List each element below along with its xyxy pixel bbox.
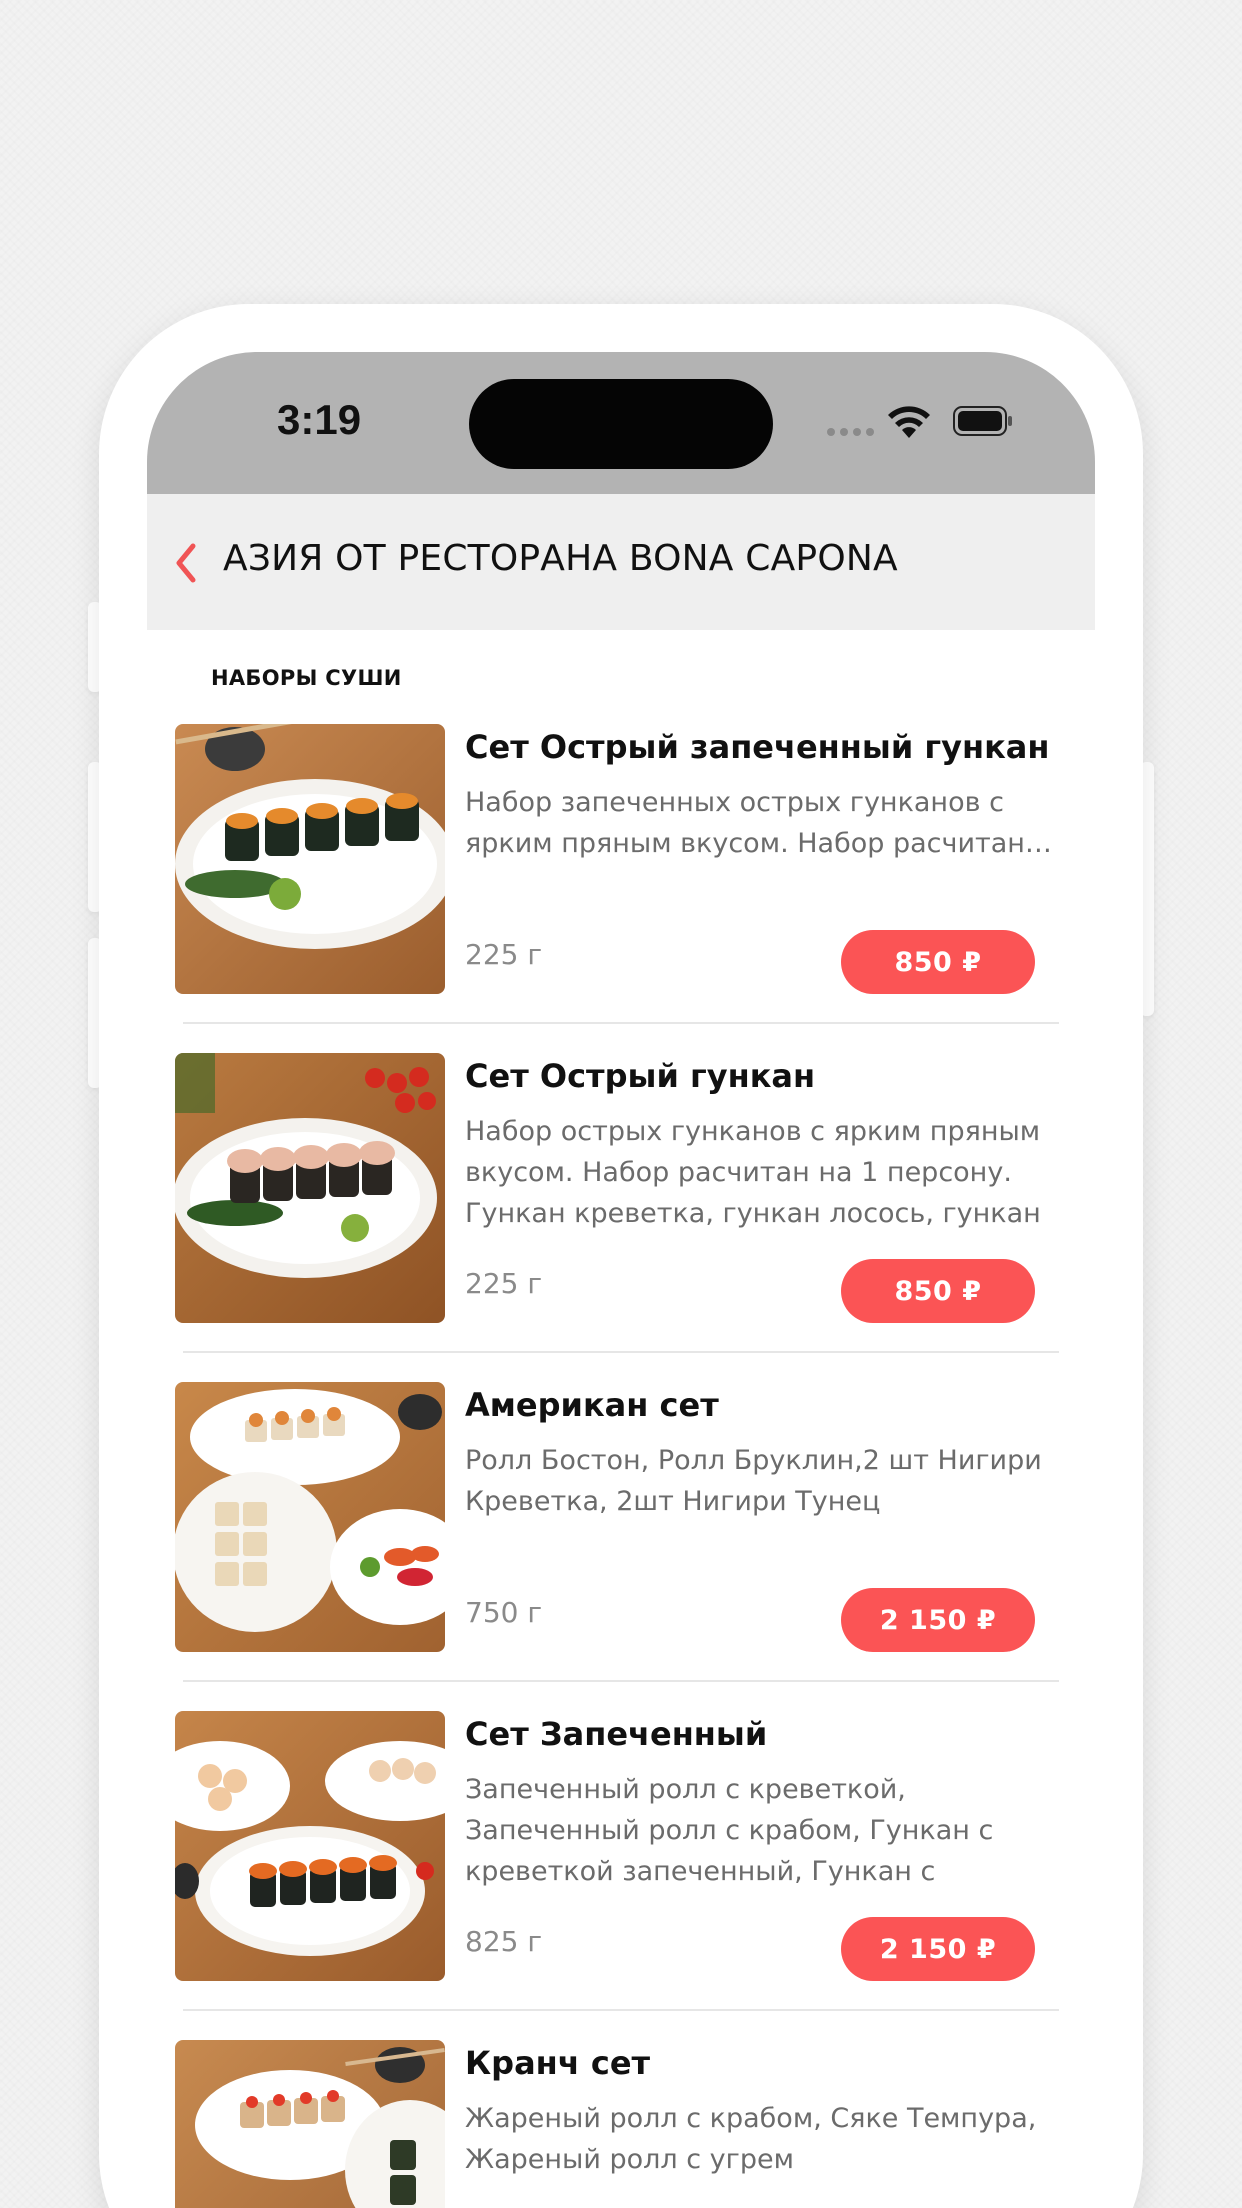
page-title: АЗИЯ ОТ РЕСТОРАНА BONA CAPONA xyxy=(223,538,898,579)
item-weight: 750 г xyxy=(465,1596,543,1629)
product-photo xyxy=(175,1382,445,1652)
item-name: Сет Острый запеченный гункан xyxy=(465,728,1050,766)
section-title: НАБОРЫ СУШИ xyxy=(211,666,402,690)
divider xyxy=(183,1680,1059,1682)
wifi-icon xyxy=(888,406,930,438)
chevron-left-icon[interactable] xyxy=(171,542,203,584)
list-item[interactable]: Сет Острый запеченный гункан Набор запеч… xyxy=(175,724,1095,994)
list-item[interactable]: Американ сет Ролл Бостон, Ролл Бруклин,2… xyxy=(175,1382,1095,1652)
item-description: Ролл Бостон, Ролл Бруклин,2 шт Нигири Кр… xyxy=(465,1445,1042,1517)
divider xyxy=(183,2009,1059,2011)
status-bar: 3:19 xyxy=(147,352,1095,494)
divider xyxy=(183,1351,1059,1353)
battery-icon xyxy=(953,406,1012,436)
divider xyxy=(183,1022,1059,1024)
list-item[interactable]: Сет Острый гункан Набор острых гунканов … xyxy=(175,1053,1095,1323)
item-name: Американ сет xyxy=(465,1386,719,1424)
item-weight: 225 г xyxy=(465,1267,543,1300)
product-photo xyxy=(175,1053,445,1323)
product-photo xyxy=(175,1711,445,1981)
list-item[interactable]: Кранч сет Жареный ролл с крабом, Сяке Те… xyxy=(175,2040,1095,2208)
item-name: Сет Запеченный xyxy=(465,1715,768,1753)
price-button[interactable]: 850 ₽ xyxy=(841,1259,1035,1323)
menu-list: НАБОРЫ СУШИ Сет Острый запеченный гункан… xyxy=(147,630,1095,2208)
cellular-signal-icon xyxy=(827,428,874,436)
item-weight: 825 г xyxy=(465,1925,543,1958)
item-weight: 225 г xyxy=(465,938,543,971)
item-description: Жареный ролл с крабом, Сяке Темпура, Жар… xyxy=(465,2103,1037,2175)
item-description: Набор острых гунканов с ярким пряным вку… xyxy=(465,1116,1041,1229)
product-photo xyxy=(175,2040,445,2208)
status-time: 3:19 xyxy=(277,396,362,443)
list-item[interactable]: Сет Запеченный Запеченный ролл с креветк… xyxy=(175,1711,1095,1981)
product-photo xyxy=(175,724,445,994)
price-button[interactable]: 2 150 ₽ xyxy=(841,1588,1035,1652)
price-button[interactable]: 850 ₽ xyxy=(841,930,1035,994)
phone-screen: 3:19 АЗИЯ ОТ РЕСТОРАНА BONA CAPONA НАБОР… xyxy=(147,352,1095,2208)
dynamic-island xyxy=(469,379,773,469)
item-name: Кранч сет xyxy=(465,2044,651,2082)
item-description: Набор запеченных острых гунканов с ярким… xyxy=(465,787,1052,859)
item-description: Запеченный ролл с креветкой, Запеченный … xyxy=(465,1774,994,1887)
navigation-bar: АЗИЯ ОТ РЕСТОРАНА BONA CAPONA xyxy=(147,494,1095,630)
item-name: Сет Острый гункан xyxy=(465,1057,816,1095)
price-button[interactable]: 2 150 ₽ xyxy=(841,1917,1035,1981)
